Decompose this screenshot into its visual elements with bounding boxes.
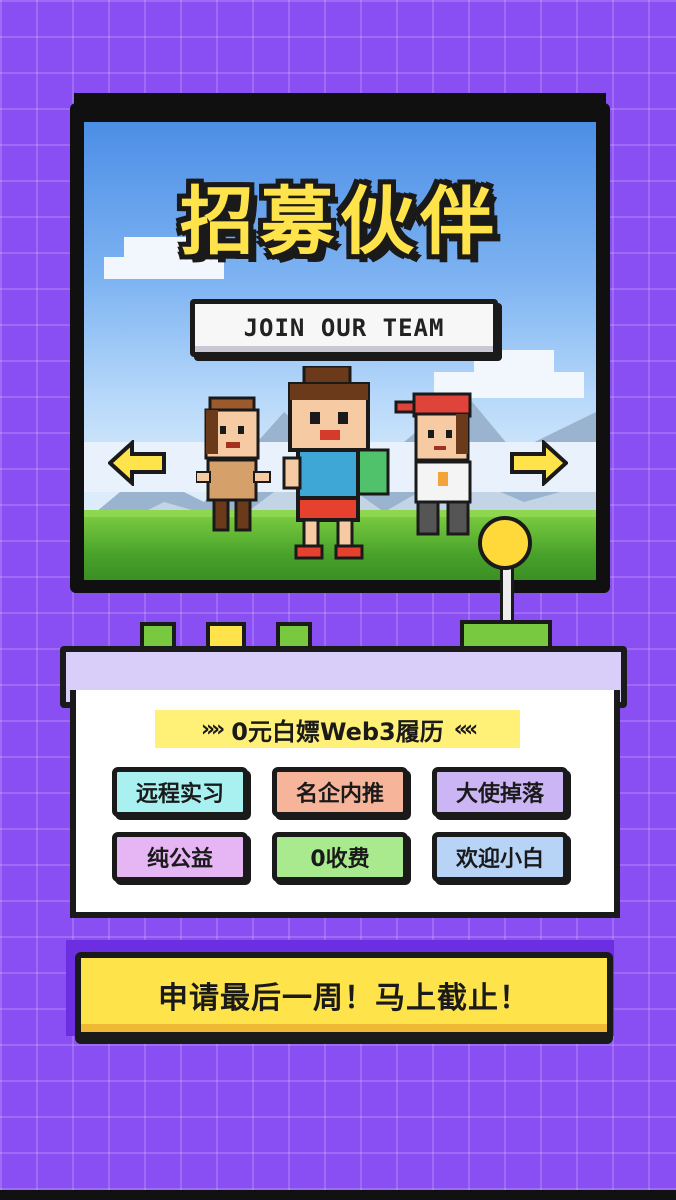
tag-nonprofit[interactable]: 纯公益: [112, 832, 248, 882]
headline-text: 0元白嫖Web3履历: [231, 717, 444, 746]
character-explorer: [196, 396, 271, 532]
tag-free[interactable]: 0收费: [272, 832, 408, 882]
poster-title: 招募伙伴: [180, 179, 500, 265]
tag-ambassador-drop[interactable]: 大使掉落: [432, 767, 568, 817]
game-screen: 招募伙伴 JOIN OUR TEAM: [84, 122, 596, 580]
arrow-left-icon[interactable]: [108, 440, 168, 486]
chevrons-left-icon: ««: [453, 716, 479, 742]
cta-button[interactable]: 申请最后一周！马上截止！: [75, 952, 613, 1038]
bottom-bar: [0, 1190, 676, 1200]
joystick-icon[interactable]: [478, 516, 532, 570]
tag-remote-internship[interactable]: 远程实习: [112, 767, 248, 817]
tag-referral[interactable]: 名企内推: [272, 767, 408, 817]
arrow-right-icon[interactable]: [508, 440, 568, 486]
chevrons-right-icon: »»: [200, 716, 226, 742]
character-hero: [282, 366, 390, 560]
subtitle-banner: JOIN OUR TEAM: [190, 299, 498, 357]
character-cap: [394, 392, 472, 536]
headline: »» 0元白嫖Web3履历 ««: [155, 710, 520, 748]
tag-beginners-welcome[interactable]: 欢迎小白: [432, 832, 568, 882]
